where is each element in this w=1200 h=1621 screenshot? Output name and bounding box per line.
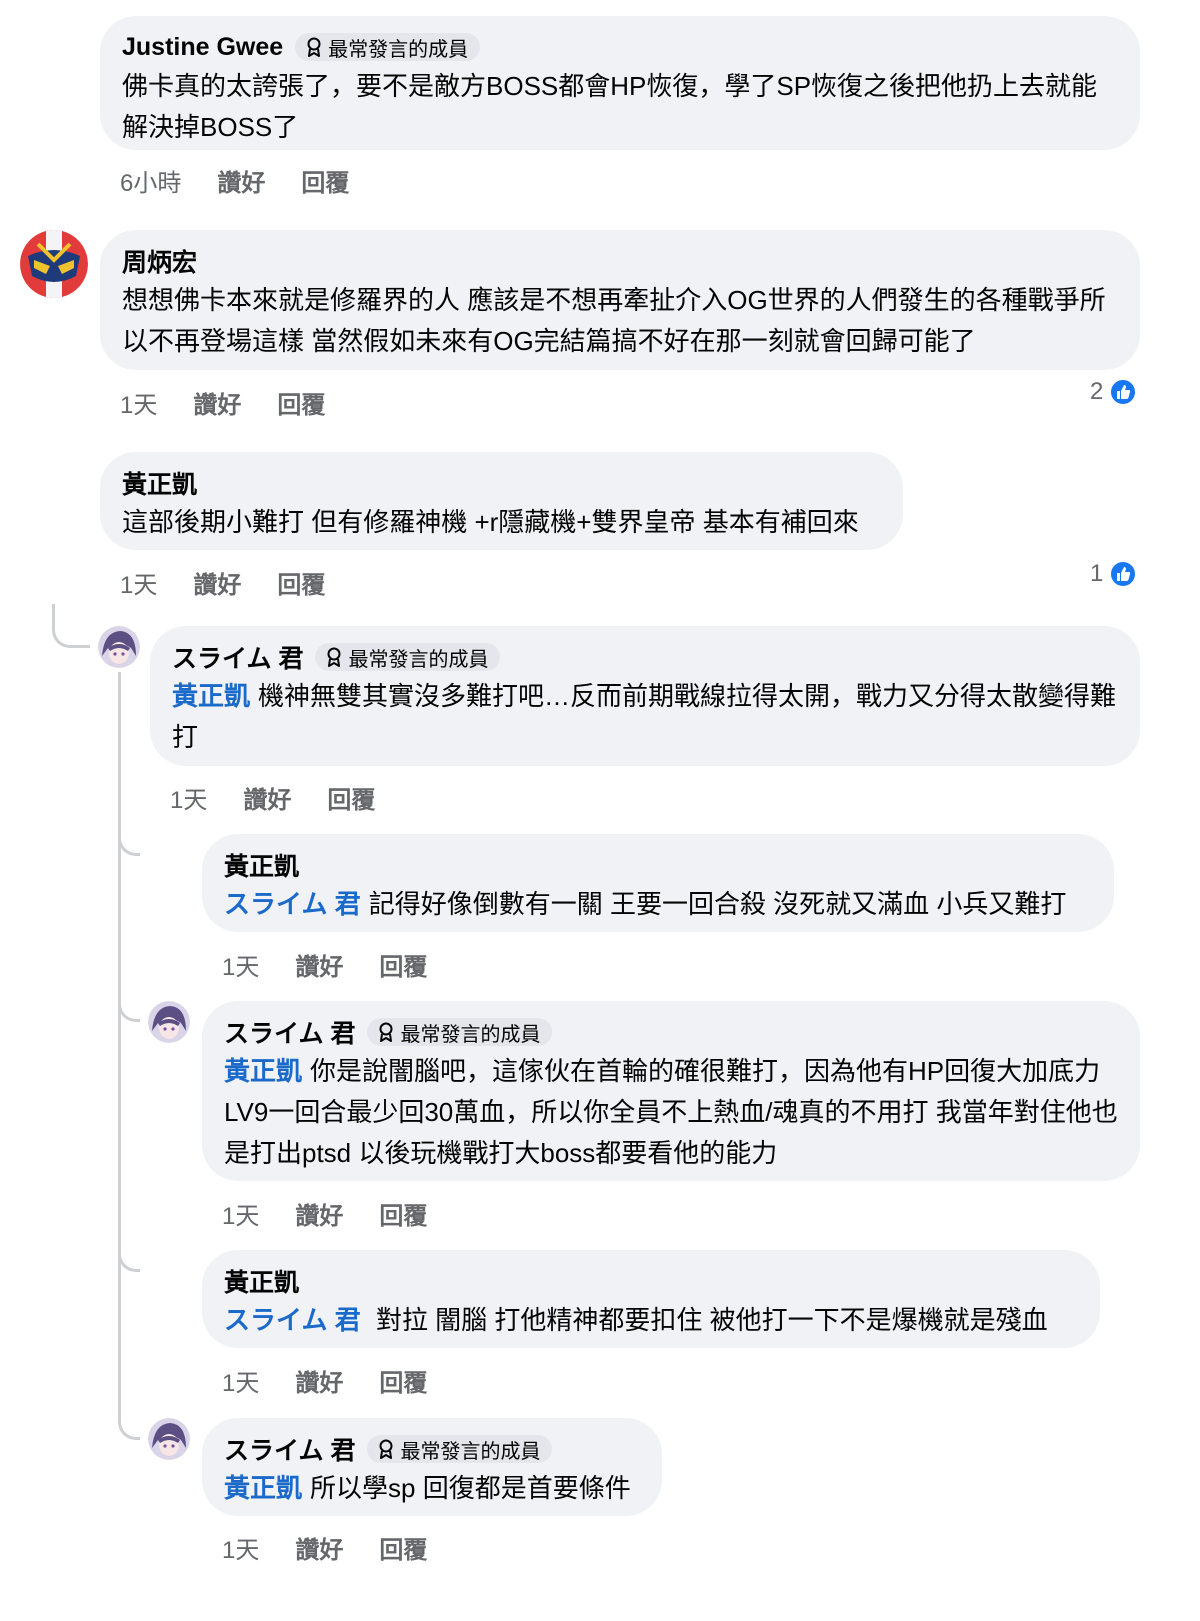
mention-link[interactable]: 黃正凱 (224, 1473, 302, 1503)
badge-label: 最常發言的成員 (400, 1440, 541, 1463)
badge-label: 最常發言的成員 (348, 648, 489, 671)
reply-body: 對拉 闇腦 打他精神都要扣住 被他打一下不是爆機就是殘血 (368, 1305, 1048, 1335)
comment-actions: 1天 讚好 回覆 (120, 564, 361, 600)
reply-time[interactable]: 1天 (170, 780, 207, 815)
reply-button[interactable]: 回覆 (379, 1530, 427, 1565)
thread-connector (118, 1408, 140, 1440)
reply-actions: 1天 讚好 回覆 (170, 779, 411, 815)
reply-author[interactable]: スライム 君 (224, 1014, 355, 1050)
mention-link[interactable]: スライム 君 (224, 1305, 361, 1335)
comment-bubble: 黃正凱 這部後期小難打 但有修羅神機 +r隱藏機+雙界皇帝 基本有補回來 (100, 452, 903, 550)
reply-text: 黃正凱 所以學sp 回復都是首要條件 (224, 1468, 640, 1509)
reply-author[interactable]: 黃正凱 (224, 847, 299, 883)
reply-text: スライム 君記得好像倒數有一關 王要一回合殺 沒死就又滿血 小兵又難打 (224, 884, 1092, 925)
comment-actions: 6小時 讚好 回覆 (120, 162, 385, 198)
reaction-number: 2 (1090, 378, 1104, 405)
thread-connector (52, 604, 90, 648)
comment-author[interactable]: 周炳宏 (122, 243, 197, 279)
like-button[interactable]: 讚好 (193, 565, 241, 600)
like-button[interactable]: 讚好 (295, 1196, 343, 1231)
comment-time[interactable]: 1天 (120, 565, 157, 600)
like-button[interactable]: 讚好 (193, 385, 241, 420)
reply-actions: 1天 讚好 回覆 (222, 1529, 463, 1565)
avatar-image (148, 1001, 190, 1043)
thumbs-up-icon (1109, 560, 1138, 588)
reply-body: 所以學sp 回復都是首要條件 (310, 1473, 631, 1503)
reply-time[interactable]: 1天 (222, 1196, 259, 1231)
mention-link[interactable]: スライム 君 (224, 889, 361, 919)
comment-bubble: Justine Gwee 最常發言的成員 佛卡真的太誇張了，要不是敵方BOSS都… (100, 16, 1140, 150)
reply-author[interactable]: 黃正凱 (224, 1263, 299, 1299)
comment-author[interactable]: Justine Gwee (122, 33, 283, 62)
reply-text: 黃正凱 機神無雙其實沒多難打吧…反而前期戰線拉得太開，戰力又分得太散變得難打 (172, 676, 1118, 758)
like-button[interactable]: 讚好 (295, 947, 343, 982)
reply-button[interactable]: 回覆 (301, 163, 349, 198)
reply-time[interactable]: 1天 (222, 1363, 259, 1398)
reply-button[interactable]: 回覆 (277, 565, 325, 600)
reply-bubble: 黃正凱 スライム 君 對拉 闇腦 打他精神都要扣住 被他打一下不是爆機就是殘血 (202, 1250, 1100, 1348)
thread-connector (118, 820, 140, 856)
reply-actions: 1天 讚好 回覆 (222, 1195, 463, 1231)
reply-button[interactable]: 回覆 (379, 1196, 427, 1231)
reply-body: 你是說闇腦吧，這傢伙在首輪的確很難打，因為他有HP回復大加底力LV9一回合最少回… (224, 1056, 1118, 1168)
reply-text: 黃正凱 你是說闇腦吧，這傢伙在首輪的確很難打，因為他有HP回復大加底力LV9一回合… (224, 1051, 1118, 1174)
comment-time[interactable]: 6小時 (120, 163, 181, 198)
reply-bubble: スライム 君 最常發言的成員 黃正凱 你是說闇腦吧，這傢伙在首輪的確很難打，因為他… (202, 1001, 1140, 1181)
reply-actions: 1天 讚好 回覆 (222, 1362, 463, 1398)
thread-connector (118, 994, 140, 1022)
mention-link[interactable]: 黃正凱 (172, 681, 250, 711)
badge-label: 最常發言的成員 (328, 38, 469, 61)
reply-author[interactable]: スライム 君 (224, 1431, 355, 1467)
avatar-image (98, 626, 140, 668)
award-icon (327, 647, 341, 667)
mention-link[interactable]: 黃正凱 (224, 1056, 302, 1086)
award-icon (379, 1439, 393, 1459)
member-badge: 最常發言的成員 (295, 33, 481, 61)
avatar[interactable] (148, 1001, 190, 1043)
reply-button[interactable]: 回覆 (327, 780, 375, 815)
avatar[interactable] (148, 1418, 190, 1460)
comment-text: 想想佛卡本來就是修羅界的人 應該是不想再牽扯介入OG世界的人們發生的各種戰爭所以… (122, 285, 1106, 356)
reply-button[interactable]: 回覆 (379, 1363, 427, 1398)
thumbs-up-icon (1109, 378, 1138, 406)
reply-button[interactable]: 回覆 (277, 385, 325, 420)
reply-button[interactable]: 回覆 (379, 947, 427, 982)
avatar-image (20, 230, 88, 298)
reaction-count[interactable]: 1 (1090, 560, 1138, 588)
comment-time[interactable]: 1天 (120, 385, 157, 420)
like-button[interactable]: 讚好 (243, 780, 291, 815)
like-button[interactable]: 讚好 (295, 1530, 343, 1565)
reply-text: スライム 君 對拉 闇腦 打他精神都要扣住 被他打一下不是爆機就是殘血 (224, 1300, 1078, 1341)
comment-text: 佛卡真的太誇張了，要不是敵方BOSS都會HP恢復，學了SP恢復之後把他扔上去就能… (122, 71, 1098, 142)
thread-connector (118, 1240, 140, 1272)
member-badge: 最常發言的成員 (315, 643, 501, 671)
comment-actions: 1天 讚好 回覆 (120, 384, 361, 420)
avatar[interactable] (20, 230, 88, 298)
reaction-number: 1 (1090, 560, 1104, 587)
comment-author[interactable]: 黃正凱 (122, 465, 197, 501)
award-icon (379, 1022, 393, 1042)
avatar[interactable] (98, 626, 140, 668)
avatar-image (148, 1418, 190, 1460)
reply-time[interactable]: 1天 (222, 1530, 259, 1565)
reply-author[interactable]: スライム 君 (172, 639, 303, 675)
reply-body: 記得好像倒數有一關 王要一回合殺 沒死就又滿血 小兵又難打 (368, 889, 1067, 919)
reply-bubble: 黃正凱 スライム 君記得好像倒數有一關 王要一回合殺 沒死就又滿血 小兵又難打 (202, 834, 1114, 932)
like-button[interactable]: 讚好 (217, 163, 265, 198)
reply-actions: 1天 讚好 回覆 (222, 946, 463, 982)
member-badge: 最常發言的成員 (367, 1435, 553, 1463)
comment-bubble: 周炳宏 想想佛卡本來就是修羅界的人 應該是不想再牽扯介入OG世界的人們發生的各種… (100, 230, 1140, 370)
reply-body: 機神無雙其實沒多難打吧…反而前期戰線拉得太開，戰力又分得太散變得難打 (172, 681, 1117, 752)
like-button[interactable]: 讚好 (295, 1363, 343, 1398)
comment-text: 這部後期小難打 但有修羅神機 +r隱藏機+雙界皇帝 基本有補回來 (122, 507, 859, 537)
badge-label: 最常發言的成員 (400, 1023, 541, 1046)
reply-time[interactable]: 1天 (222, 947, 259, 982)
thread-connector (118, 672, 121, 1412)
reply-bubble: スライム 君 最常發言的成員 黃正凱 所以學sp 回復都是首要條件 (202, 1418, 662, 1516)
reaction-count[interactable]: 2 (1090, 378, 1138, 406)
reply-bubble: スライム 君 最常發言的成員 黃正凱 機神無雙其實沒多難打吧…反而前期戰線拉得太開… (150, 626, 1140, 766)
member-badge: 最常發言的成員 (367, 1018, 553, 1046)
award-icon (307, 37, 321, 57)
